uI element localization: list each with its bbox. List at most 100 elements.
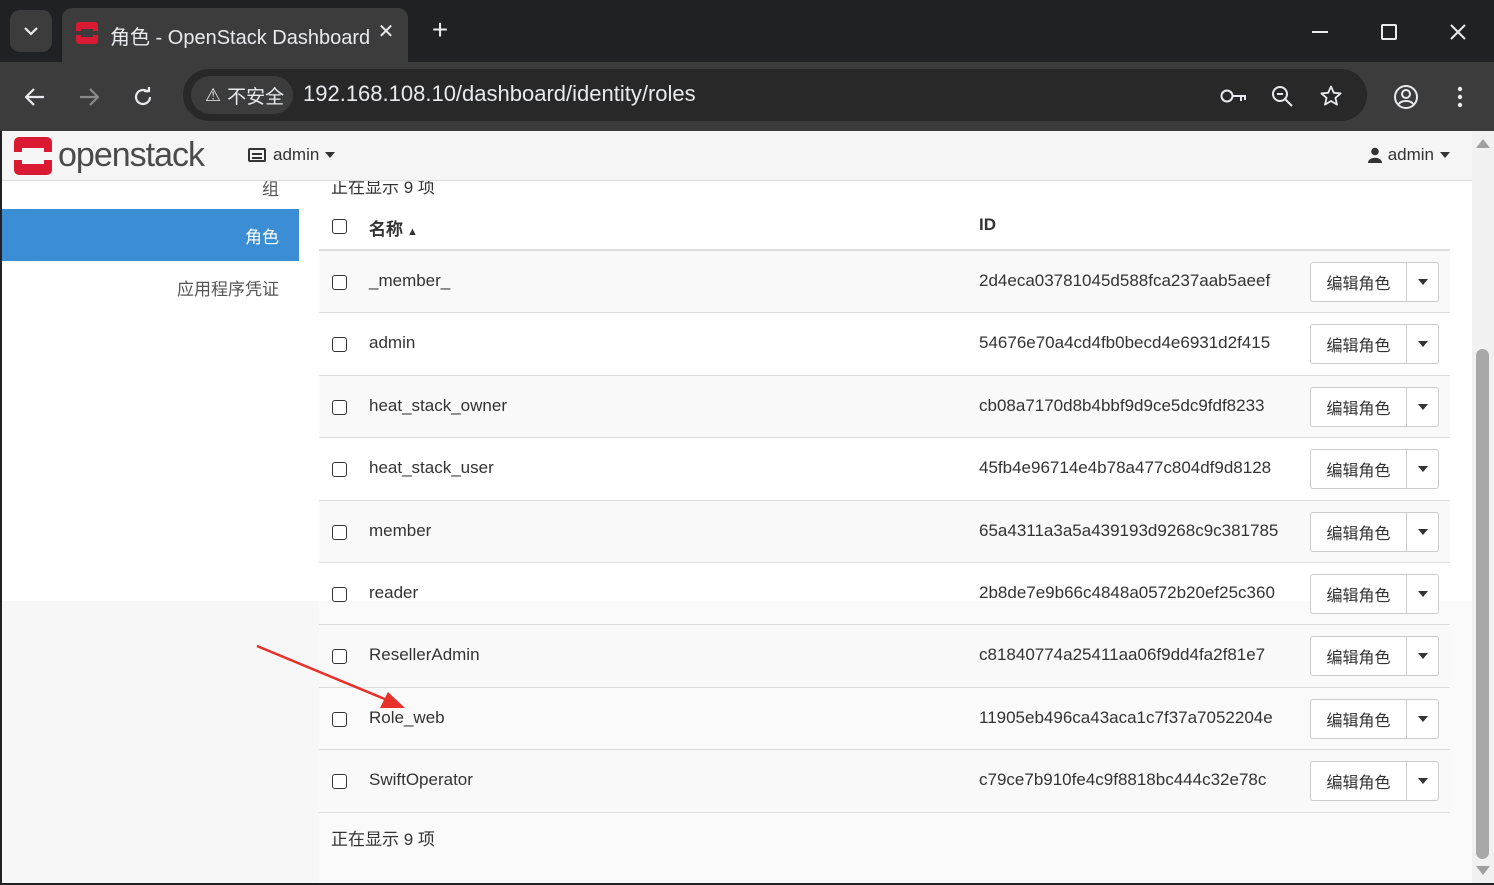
sidebar-item-roles[interactable]: 角色	[2, 209, 299, 261]
role-name: admin	[369, 333, 416, 353]
address-bar[interactable]: ⚠ 不安全 192.168.108.10/dashboard/identity/…	[183, 69, 1367, 121]
browser-toolbar: ⚠ 不安全 192.168.108.10/dashboard/identity/…	[0, 62, 1494, 131]
row-actions-dropdown[interactable]	[1407, 636, 1439, 677]
row-actions-dropdown[interactable]	[1407, 574, 1439, 614]
arrow-right-icon	[80, 88, 99, 106]
project-list-icon	[248, 148, 266, 162]
page-scrollbar[interactable]	[1472, 131, 1494, 883]
profile-icon[interactable]	[1387, 78, 1425, 116]
dashboard-header: openstack admin admin	[2, 131, 1472, 181]
main-content: 正在显示 9 项 名称 ▲ ID _member_ 2d4eca03781045d…	[319, 178, 1472, 883]
caret-down-icon	[1417, 653, 1428, 660]
close-window-button[interactable]	[1440, 14, 1476, 50]
caret-down-icon	[1440, 152, 1450, 158]
edit-role-button[interactable]: 编辑角色	[1310, 698, 1407, 739]
role-name: _member_	[369, 271, 451, 290]
tab-search-button[interactable]	[10, 10, 52, 52]
table-row: heat_stack_user 45fb4e96714e4b78a477c804…	[319, 438, 1450, 501]
sidebar-item-application-credentials[interactable]: 应用程序凭证	[2, 261, 299, 313]
row-actions: 编辑角色	[1310, 698, 1439, 739]
row-checkbox[interactable]	[332, 774, 347, 790]
row-actions-dropdown[interactable]	[1407, 698, 1439, 739]
edit-role-button[interactable]: 编辑角色	[1310, 511, 1407, 552]
row-actions-dropdown[interactable]	[1407, 262, 1439, 302]
role-id: 2b8de7e9b66c4848a0572b20ef25c360	[979, 583, 1275, 602]
maximize-button[interactable]	[1371, 14, 1407, 50]
role-id: 45fb4e96714e4b78a477c804df9d8128	[979, 458, 1272, 478]
edit-role-button[interactable]: 编辑角色	[1310, 324, 1407, 365]
table-row: Role_web 11905eb496ca43aca1c7f37a7052204…	[319, 688, 1450, 751]
edit-role-button[interactable]: 编辑角色	[1310, 449, 1407, 490]
row-actions-dropdown[interactable]	[1407, 449, 1439, 490]
table-row: SwiftOperator c79ce7b910fe4c9f8818bc444c…	[319, 750, 1450, 813]
edit-role-button[interactable]: 编辑角色	[1310, 761, 1407, 802]
row-actions: 编辑角色	[1310, 636, 1439, 677]
user-icon	[1367, 147, 1382, 163]
edit-role-button[interactable]: 编辑角色	[1310, 262, 1407, 302]
role-name: heat_stack_owner	[369, 395, 507, 415]
security-label: 不安全	[227, 86, 285, 108]
browser-tab[interactable]: 角色 - OpenStack Dashboard ✕	[62, 8, 408, 62]
sort-asc-icon: ▲	[407, 226, 418, 238]
row-actions: 编辑角色	[1310, 574, 1439, 614]
bookmark-star-icon[interactable]	[1316, 81, 1346, 111]
edit-role-button[interactable]: 编辑角色	[1310, 574, 1407, 614]
scroll-thumb[interactable]	[1476, 349, 1489, 859]
row-actions: 编辑角色	[1310, 386, 1439, 427]
project-label: admin	[273, 145, 320, 164]
row-checkbox[interactable]	[332, 587, 347, 602]
url-text[interactable]: 192.168.108.10/dashboard/identity/roles	[303, 81, 696, 107]
row-checkbox[interactable]	[332, 524, 347, 540]
column-header-name[interactable]: 名称 ▲	[369, 215, 418, 240]
item-count-bottom: 正在显示 9 项	[331, 830, 435, 849]
caret-down-icon	[1417, 279, 1428, 285]
openstack-logo[interactable]: openstack	[14, 136, 205, 175]
row-checkbox[interactable]	[332, 399, 347, 415]
edit-role-button[interactable]: 编辑角色	[1310, 386, 1407, 427]
back-button[interactable]	[16, 78, 54, 116]
menu-kebab-icon[interactable]	[1441, 78, 1479, 116]
row-checkbox[interactable]	[332, 711, 347, 727]
scroll-up-arrow-icon[interactable]	[1476, 139, 1490, 148]
row-actions-dropdown[interactable]	[1407, 761, 1439, 802]
row-checkbox[interactable]	[332, 337, 347, 353]
row-actions-dropdown[interactable]	[1407, 386, 1439, 427]
scroll-down-arrow-icon[interactable]	[1476, 866, 1490, 875]
tab-title: 角色 - OpenStack Dashboard	[110, 27, 371, 49]
row-checkbox[interactable]	[332, 462, 347, 478]
role-id: 65a4311a3a5a439193d9268c9c381785	[979, 520, 1279, 540]
tab-close-icon[interactable]: ✕	[374, 19, 398, 44]
project-dropdown[interactable]: admin	[248, 145, 336, 165]
new-tab-button[interactable]: +	[424, 12, 456, 48]
caret-down-icon	[1417, 778, 1428, 785]
table-row: reader 2b8de7e9b66c4848a0572b20ef25c360 …	[319, 563, 1450, 626]
minimize-button[interactable]	[1302, 14, 1338, 50]
role-id: 11905eb496ca43aca1c7f37a7052204e	[979, 707, 1273, 727]
sidebar: 组 角色 应用程序凭证	[2, 180, 299, 601]
forward-button[interactable]	[70, 78, 108, 116]
password-key-icon[interactable]	[1219, 81, 1249, 111]
role-name: reader	[369, 583, 419, 602]
user-label: admin	[1387, 145, 1434, 164]
row-actions: 编辑角色	[1310, 449, 1439, 490]
table-row: heat_stack_owner cb08a7170d8b4bbf9d9ce5d…	[319, 375, 1450, 439]
row-actions: 编辑角色	[1310, 511, 1439, 552]
zoom-icon[interactable]	[1267, 81, 1297, 111]
select-all-checkbox[interactable]	[332, 219, 347, 234]
row-checkbox[interactable]	[332, 649, 347, 665]
edit-role-button[interactable]: 编辑角色	[1310, 636, 1407, 677]
row-checkbox[interactable]	[332, 275, 347, 290]
column-header-id[interactable]: ID	[979, 215, 996, 235]
row-actions: 编辑角色	[1310, 761, 1439, 802]
reload-button[interactable]	[124, 78, 162, 116]
tab-strip: 角色 - OpenStack Dashboard ✕ +	[0, 0, 1494, 62]
row-actions-dropdown[interactable]	[1407, 324, 1439, 365]
maximize-icon	[1381, 24, 1397, 40]
user-dropdown[interactable]: admin	[1367, 145, 1450, 165]
close-icon	[1450, 24, 1466, 40]
security-chip[interactable]: ⚠ 不安全	[191, 76, 293, 114]
role-id: 54676e70a4cd4fb0becd4e6931d2f415	[979, 333, 1271, 353]
row-actions: 编辑角色	[1310, 324, 1439, 365]
caret-down-icon	[1417, 403, 1428, 410]
row-actions-dropdown[interactable]	[1407, 511, 1439, 552]
